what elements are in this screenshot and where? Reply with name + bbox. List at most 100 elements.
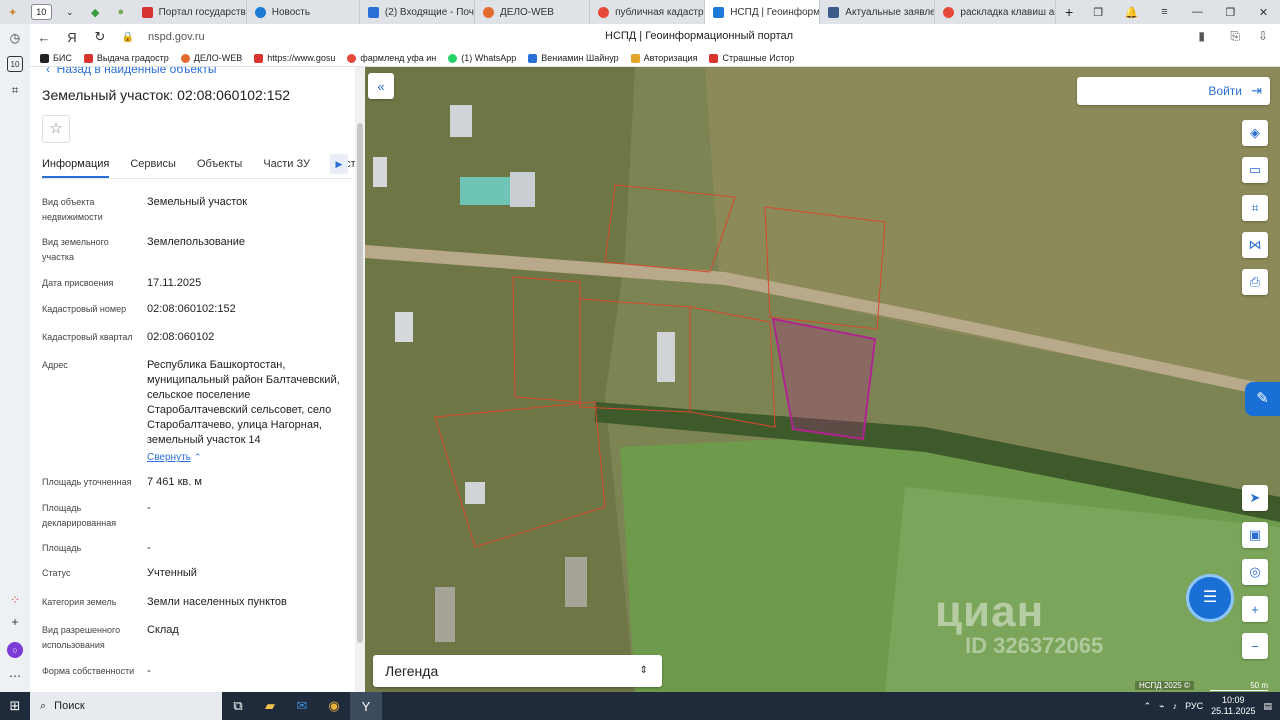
tab-objects[interactable]: Объекты [197,153,242,178]
clock-time: 10:09 [1222,695,1245,705]
outlook-icon[interactable]: ✉ [286,692,318,720]
help-chat-icon[interactable]: ✎ [1245,382,1280,416]
back-arrow-icon[interactable]: ← [30,30,58,45]
watermark-id: ID 326372065 [965,633,1104,658]
bookmark-item[interactable]: (1) WhatsApp [448,53,516,63]
file-explorer-icon[interactable]: ▰ [254,692,286,720]
location-search-icon[interactable]: ◎ [1242,559,1268,585]
chrome-icon[interactable]: ◉ [318,692,350,720]
watermark: циан [935,587,1045,636]
apps-icon[interactable]: ⁘ [7,592,23,608]
geolocation-icon[interactable]: ➤ [1242,485,1268,511]
tab-services[interactable]: Сервисы [130,153,176,178]
bookmark-item[interactable]: ДЕЛО-WEB [180,53,242,63]
close-window-icon[interactable]: ✕ [1247,6,1280,19]
object-title: Земельный участок: 02:08:060102:152 [42,87,291,103]
ruler-icon[interactable]: ▭ [1242,157,1268,183]
browser-tab[interactable]: ДЕЛО-WEB [475,0,591,24]
favorite-star-icon[interactable]: ☆ [42,115,70,143]
tab-parts[interactable]: Части ЗУ [263,153,310,178]
field-value: - [147,502,151,514]
bookmark-item[interactable]: Выдача градостр [83,53,169,63]
browser-menu-icon[interactable]: ✦ [5,4,21,20]
reader-icon[interactable]: ⎘ [1230,29,1240,44]
map-copyright: НСПД 2025 © [1135,681,1194,690]
language-indicator[interactable]: РУС [1185,701,1203,711]
tab-information[interactable]: Информация [42,153,110,178]
select-area-icon[interactable]: ⌗ [1242,195,1268,221]
notification-center-icon[interactable]: ▤ [1263,701,1272,712]
restore-icon[interactable]: ❐ [1214,6,1247,19]
tray-arrow-icon[interactable]: ⌃ [1144,701,1152,712]
building [435,587,455,642]
minimize-icon[interactable]: — [1181,6,1214,18]
print-icon[interactable]: ⎙ [1242,269,1268,295]
taskbar-search[interactable]: ⌕ Поиск [30,692,222,720]
tab-favicon-icon [141,6,153,18]
collapse-panel-icon[interactable]: « [368,73,394,99]
clock[interactable]: 10:09 25.11.2025 [1211,695,1255,717]
panel-scrollbar-thumb[interactable] [357,123,363,643]
notifications-icon[interactable]: 🔔 [1115,6,1148,19]
login-label: Войти [1208,84,1242,98]
bookmark-item[interactable]: Страшные Истор [709,53,794,63]
minimap-icon[interactable]: ▣ [1242,522,1268,548]
search-icon: ⌕ [40,699,47,712]
login-button[interactable]: Войти ⇥ [1077,77,1270,105]
bookmark-item[interactable]: https://www.gosu [254,53,335,63]
browser-tab[interactable]: публичная кадастров [590,0,706,24]
browser-tab[interactable]: Новость [247,0,360,24]
layers-icon[interactable]: ◈ [1242,120,1268,146]
alice-assistant-icon[interactable]: ○ [7,642,23,658]
tabs-panel-icon[interactable]: 10 [7,56,23,72]
bookmark-item[interactable]: Авторизация [630,53,697,63]
back-to-results-link[interactable]: ‹ Назад в найденные объекты [46,67,217,76]
more-icon[interactable]: ⋯ [7,668,23,684]
add-panel-icon[interactable]: + [7,614,23,630]
profile-icon[interactable]: ● [113,4,129,20]
login-arrow-icon: ⇥ [1251,83,1262,98]
tab-title: раскладка клавиш акк [960,6,1057,18]
tab-title: ДЕЛО-WEB [500,6,554,18]
collapse-link[interactable]: Свернуть [147,452,191,463]
url-field[interactable]: nspd.gov.ru [148,31,205,43]
new-tab-icon[interactable]: + [1061,4,1077,20]
download-icon[interactable]: ⇩ [1258,29,1268,43]
task-view-icon[interactable]: ⧉ [222,692,254,720]
clock-date: 25.11.2025 [1211,706,1256,716]
tab-counter[interactable]: 10 [30,4,52,20]
satellite-map[interactable] [365,67,1280,692]
network-icon[interactable]: ⌁ [1159,701,1164,712]
chat-bubble-icon[interactable]: ☰ [1186,574,1234,622]
screenshot-icon[interactable]: ⌗ [7,82,23,98]
extension-icon[interactable]: ◆ [88,4,104,20]
collections-icon[interactable]: ❐ [1082,6,1115,19]
yandex-icon[interactable]: Я [58,30,86,45]
legend-dropdown[interactable]: Легенда ⇕ [373,655,662,687]
field-label: Форма собственности [42,666,135,676]
tabs-scroll-right-icon[interactable]: ▶ [330,154,348,174]
zoom-in-icon[interactable]: + [1242,596,1268,622]
browser-tab[interactable]: раскладка клавиш акк [935,0,1057,24]
yandex-browser-icon[interactable]: Y [350,692,382,720]
browser-tab[interactable]: (2) Входящие - Почта [360,0,476,24]
tab-list-chevron-icon[interactable]: ⌄ [62,4,78,20]
bookmark-item[interactable]: БИС [40,53,72,63]
field-value: 7 461 кв. м [147,476,202,488]
map-view[interactable]: « Войти ⇥ ◈ ▭ ⌗ ⋈ ⎙ ✎ ➤ ▣ ◎ + − ☰ циан ID… [365,67,1280,692]
bookmark-icon[interactable]: ▮ [1198,29,1205,43]
volume-icon[interactable]: ♪ [1173,701,1178,711]
share-icon[interactable]: ⋈ [1242,232,1268,258]
bookmark-item[interactable]: фармленд уфа ин [347,53,436,63]
browser-tab[interactable]: Актуальные заявлени [820,0,936,24]
browser-tab[interactable]: Портал государственн [134,0,247,24]
browser-menu-icon[interactable]: ≡ [1148,6,1181,18]
windows-start-icon[interactable]: ⊞ [0,698,30,714]
reload-icon[interactable]: ↻ [86,29,114,45]
zoom-out-icon[interactable]: − [1242,633,1268,659]
field-value: Земельный участок [147,196,248,208]
browser-tab-active[interactable]: НСПД | Геоинформ✕ [705,0,821,24]
bookmark-item[interactable]: Вениамин Шайнур [528,53,619,63]
history-icon[interactable]: ◷ [7,30,23,46]
bookmark-icon [347,53,357,63]
